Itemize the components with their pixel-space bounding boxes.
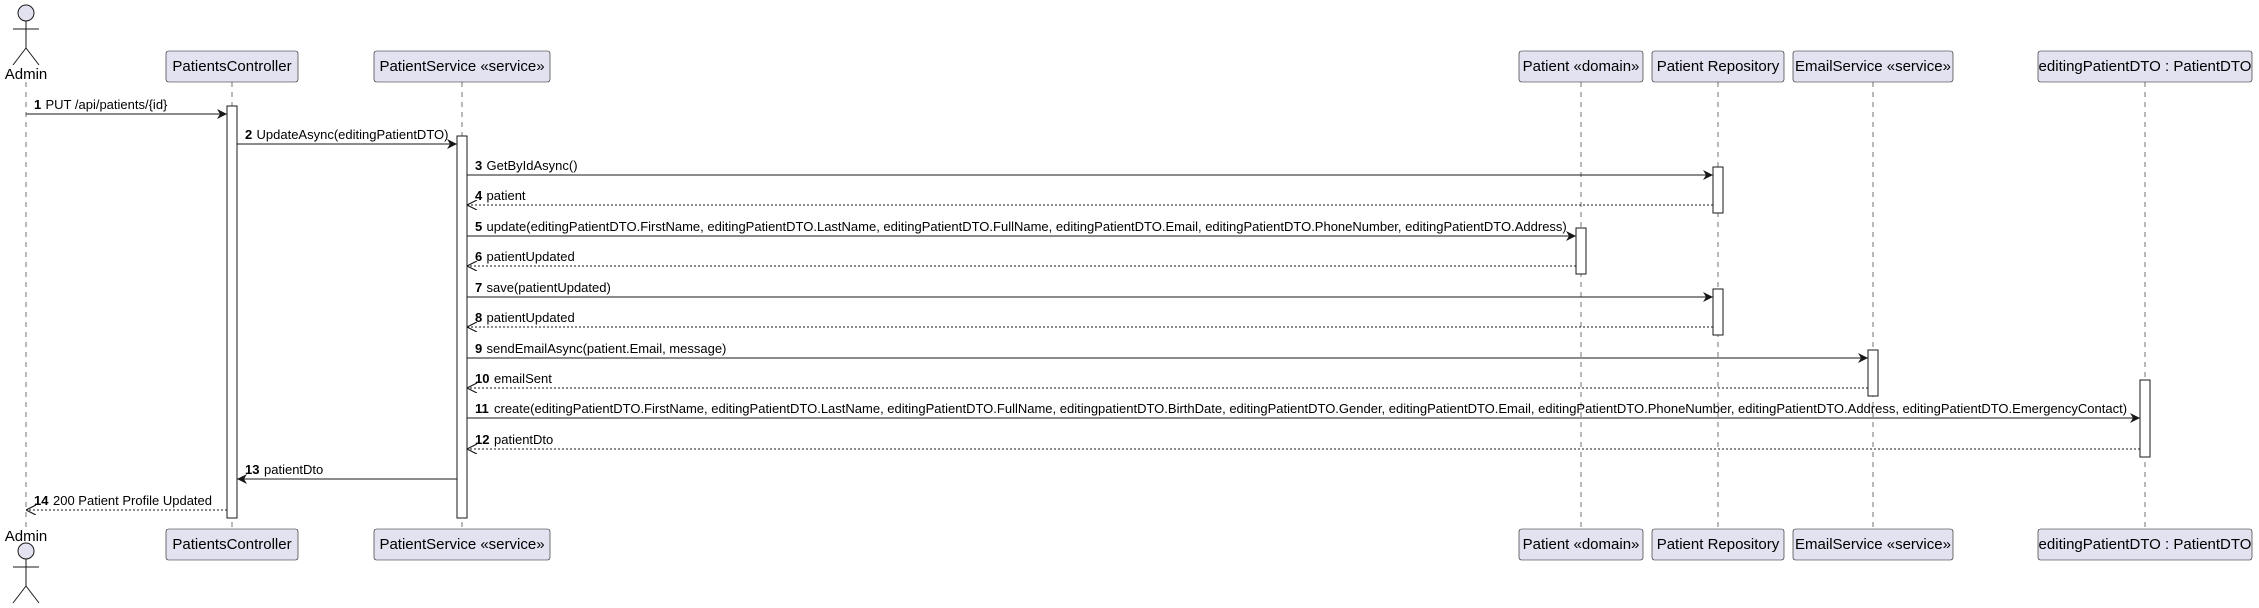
message-1: 1 PUT /api/patients/{id}	[26, 97, 227, 119]
sequence-diagram: 1 PUT /api/patients/{id} 2 UpdateAsync(edit…	[5, 4, 2253, 604]
participant-label: Patient Repository	[1657, 536, 1780, 553]
participant-label: editingPatientDTO : PatientDTO	[2039, 58, 2252, 75]
participant-dto: editingPatientDTO : PatientDTO	[2037, 528, 2253, 561]
message-label: patientDto	[494, 432, 553, 447]
actor-admin: Admin	[5, 4, 48, 83]
message-number: 14	[34, 493, 49, 508]
message-label: patient	[487, 188, 526, 203]
activation-bar-patient	[1575, 227, 1587, 275]
message-number: 1	[34, 97, 41, 112]
message-number: 13	[245, 462, 259, 477]
message-6: 6 patientUpdated	[467, 249, 1576, 266]
activation-bar-repo	[1712, 166, 1724, 214]
message-label: sendEmailAsync(patient.Email, message)	[487, 341, 727, 356]
message-number: 4	[475, 188, 483, 203]
participant-patient: Patient «domain»	[1518, 528, 1644, 561]
message-label: emailSent	[494, 371, 552, 386]
actor-admin: Admin	[5, 528, 48, 604]
participant-label: EmailService «service»	[1795, 58, 1951, 75]
message-label: UpdateAsync(editingPatientDTO)	[257, 127, 449, 142]
message-label: patientUpdated	[487, 249, 575, 264]
message-11: 11 create(editingPatientDTO.FirstName, ed…	[467, 401, 2140, 423]
message-number: 7	[475, 280, 482, 295]
participant-label: PatientsController	[172, 58, 291, 75]
activation-bar-email	[1867, 349, 1879, 397]
message-label: update(editingPatientDTO.FirstName, edit…	[487, 219, 1567, 234]
participant-label: Patient Repository	[1657, 58, 1780, 75]
message-label: GetByIdAsync()	[487, 158, 578, 173]
participant-label: editingPatientDTO : PatientDTO	[2039, 536, 2252, 553]
message-9: 9 sendEmailAsync(patient.Email, message)	[467, 341, 1868, 363]
message-number: 5	[475, 219, 482, 234]
actor-label: Admin	[5, 66, 48, 83]
participant-controller: PatientsController	[165, 528, 299, 561]
message-number: 2	[245, 127, 252, 142]
participant-controller: PatientsController	[165, 50, 299, 83]
message-label: create(editingPatientDTO.FirstName, edit…	[494, 401, 2127, 416]
message-5: 5 update(editingPatientDTO.FirstName, edi…	[467, 219, 1576, 241]
participant-label: PatientService «service»	[379, 536, 544, 553]
message-8: 8 patientUpdated	[467, 310, 1713, 327]
message-label: 200 Patient Profile Updated	[53, 493, 212, 508]
participant-service: PatientService «service»	[373, 528, 551, 561]
message-number: 12	[475, 432, 489, 447]
message-number: 3	[475, 158, 482, 173]
participant-email: EmailService «service»	[1792, 528, 1954, 561]
participant-repo: Patient Repository	[1651, 50, 1785, 83]
participant-email: EmailService «service»	[1792, 50, 1954, 83]
participant-label: Patient «domain»	[1523, 58, 1640, 75]
activation-bar-repo	[1712, 288, 1724, 336]
actor-figure-icon	[12, 4, 40, 66]
message-label: PUT /api/patients/{id}	[46, 97, 169, 112]
message-3: 3 GetByIdAsync()	[467, 158, 1713, 180]
message-10: 10 emailSent	[467, 371, 1868, 388]
message-label: patientDto	[264, 462, 323, 477]
message-number: 6	[475, 249, 482, 264]
participant-patient: Patient «domain»	[1518, 50, 1644, 83]
message-7: 7 save(patientUpdated)	[467, 280, 1713, 302]
message-2: 2 UpdateAsync(editingPatientDTO)	[237, 127, 457, 149]
participant-label: EmailService «service»	[1795, 536, 1951, 553]
activation-bar-dto	[2139, 379, 2151, 458]
participant-service: PatientService «service»	[373, 50, 551, 83]
message-number: 10	[475, 371, 489, 386]
message-label: save(patientUpdated)	[487, 280, 611, 295]
actor-figure-icon	[12, 542, 40, 604]
message-13: 13 patientDto	[237, 462, 457, 484]
message-number: 11	[475, 401, 489, 416]
message-number: 8	[475, 310, 482, 325]
participant-repo: Patient Repository	[1651, 528, 1785, 561]
message-14: 14 200 Patient Profile Updated	[26, 493, 227, 510]
message-4: 4 patient	[467, 188, 1713, 205]
message-label: patientUpdated	[487, 310, 575, 325]
participant-label: PatientsController	[172, 536, 291, 553]
message-12: 12 patientDto	[467, 432, 2140, 449]
participant-label: Patient «domain»	[1523, 536, 1640, 553]
participant-dto: editingPatientDTO : PatientDTO	[2037, 50, 2253, 83]
actor-label: Admin	[5, 528, 48, 545]
activation-bar-service	[456, 135, 468, 519]
activation-bar-controller	[226, 105, 238, 519]
participant-label: PatientService «service»	[379, 58, 544, 75]
message-number: 9	[475, 341, 482, 356]
